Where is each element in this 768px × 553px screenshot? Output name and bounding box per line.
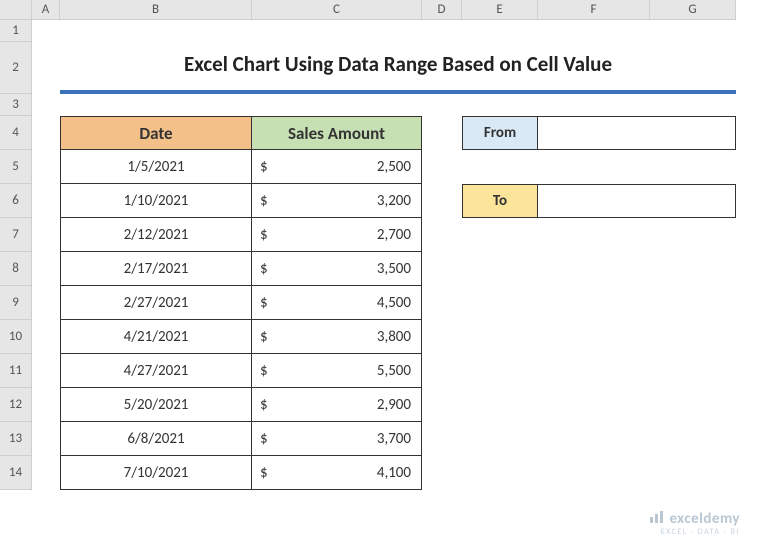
watermark-brand: exceldemy — [669, 510, 740, 528]
amount-value: 2,500 — [268, 158, 411, 176]
cell-date[interactable]: 4/21/2021 — [60, 320, 252, 354]
row-header-4[interactable]: 4 — [0, 116, 32, 150]
cell-sales[interactable]: $2,700 — [252, 218, 422, 252]
cell-date[interactable]: 1/5/2021 — [60, 150, 252, 184]
col-header-date: Date — [60, 116, 252, 150]
row-header-5[interactable]: 5 — [0, 150, 32, 184]
amount-value: 3,700 — [268, 430, 411, 448]
amount-value: 2,900 — [268, 396, 411, 414]
currency-symbol: $ — [260, 430, 268, 448]
to-input[interactable] — [538, 184, 736, 218]
col-header-G[interactable]: G — [650, 0, 736, 20]
currency-symbol: $ — [260, 192, 268, 210]
cell-sales[interactable]: $4,100 — [252, 456, 422, 490]
amount-value: 3,800 — [268, 328, 411, 346]
select-all-corner[interactable] — [0, 0, 32, 20]
currency-symbol: $ — [260, 328, 268, 346]
row-header-7[interactable]: 7 — [0, 218, 32, 252]
row-header-11[interactable]: 11 — [0, 354, 32, 388]
bar-chart-icon — [649, 510, 665, 529]
row-header-2[interactable]: 2 — [0, 42, 32, 94]
row-header-8[interactable]: 8 — [0, 252, 32, 286]
col-header-A[interactable]: A — [32, 0, 60, 20]
cell-sales[interactable]: $3,200 — [252, 184, 422, 218]
col-header-F[interactable]: F — [538, 0, 650, 20]
amount-value: 2,700 — [268, 226, 411, 244]
col-header-B[interactable]: B — [60, 0, 252, 20]
cell-sales[interactable]: $3,700 — [252, 422, 422, 456]
currency-symbol: $ — [260, 260, 268, 278]
cell-date[interactable]: 1/10/2021 — [60, 184, 252, 218]
cell-date[interactable]: 5/20/2021 — [60, 388, 252, 422]
currency-symbol: $ — [260, 396, 268, 414]
col-header-C[interactable]: C — [252, 0, 422, 20]
to-label: To — [462, 184, 538, 218]
cell-date[interactable]: 7/10/2021 — [60, 456, 252, 490]
row-header-12[interactable]: 12 — [0, 388, 32, 422]
watermark-sub: EXCEL · DATA · BI — [649, 528, 740, 537]
col-header-D[interactable]: D — [422, 0, 462, 20]
col-header-sales: Sales Amount — [252, 116, 422, 150]
cell-sales[interactable]: $2,900 — [252, 388, 422, 422]
cell-sales[interactable]: $4,500 — [252, 286, 422, 320]
currency-symbol: $ — [260, 158, 268, 176]
watermark: exceldemy EXCEL · DATA · BI — [649, 510, 740, 537]
currency-symbol: $ — [260, 226, 268, 244]
currency-symbol: $ — [260, 464, 268, 482]
cell-date[interactable]: 2/17/2021 — [60, 252, 252, 286]
row-header-14[interactable]: 14 — [0, 456, 32, 490]
amount-value: 5,500 — [268, 362, 411, 380]
cell-date[interactable]: 6/8/2021 — [60, 422, 252, 456]
cell-date[interactable]: 2/27/2021 — [60, 286, 252, 320]
cell-sales[interactable]: $5,500 — [252, 354, 422, 388]
row-header-10[interactable]: 10 — [0, 320, 32, 354]
from-input[interactable] — [538, 116, 736, 150]
row-header-3[interactable]: 3 — [0, 94, 32, 116]
cell-date[interactable]: 2/12/2021 — [60, 218, 252, 252]
cell-sales[interactable]: $2,500 — [252, 150, 422, 184]
cell-sales[interactable]: $3,800 — [252, 320, 422, 354]
cell-sales[interactable]: $3,500 — [252, 252, 422, 286]
col-header-E[interactable]: E — [462, 0, 538, 20]
amount-value: 3,200 — [268, 192, 411, 210]
currency-symbol: $ — [260, 362, 268, 380]
from-label: From — [462, 116, 538, 150]
amount-value: 4,500 — [268, 294, 411, 312]
row-header-9[interactable]: 9 — [0, 286, 32, 320]
amount-value: 4,100 — [268, 464, 411, 482]
row-header-13[interactable]: 13 — [0, 422, 32, 456]
amount-value: 3,500 — [268, 260, 411, 278]
currency-symbol: $ — [260, 294, 268, 312]
row-header-6[interactable]: 6 — [0, 184, 32, 218]
row-header-1[interactable]: 1 — [0, 20, 32, 42]
cell-date[interactable]: 4/27/2021 — [60, 354, 252, 388]
page-title: Excel Chart Using Data Range Based on Ce… — [60, 42, 736, 94]
